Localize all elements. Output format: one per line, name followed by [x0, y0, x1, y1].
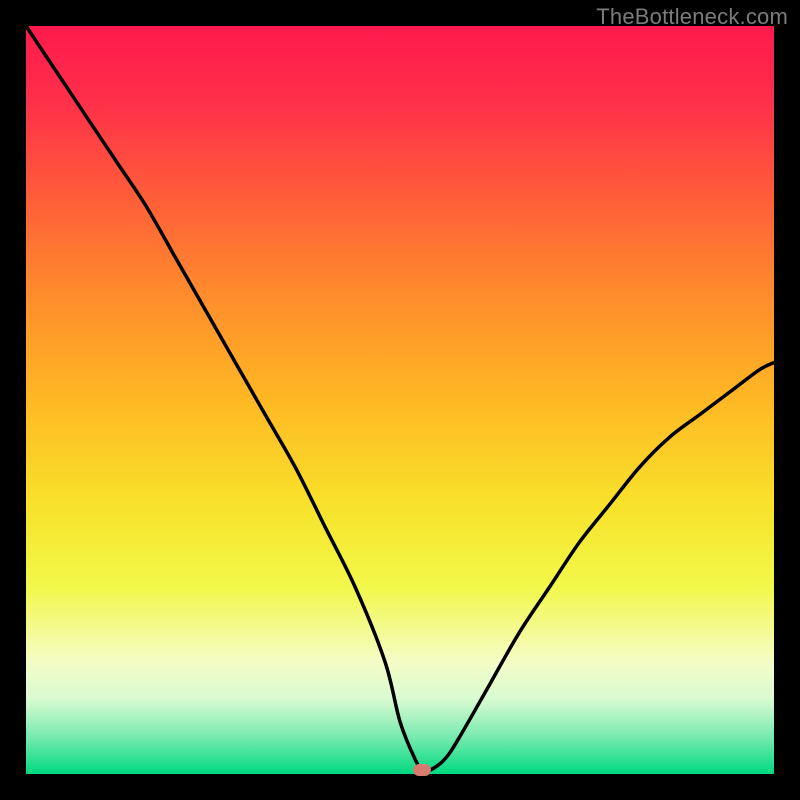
- bottleneck-curve: [26, 26, 774, 772]
- minimum-marker: [413, 764, 431, 776]
- plot-area: [26, 26, 774, 774]
- chart-frame: TheBottleneck.com: [0, 0, 800, 800]
- watermark-text: TheBottleneck.com: [596, 4, 788, 30]
- curve-svg: [26, 26, 774, 774]
